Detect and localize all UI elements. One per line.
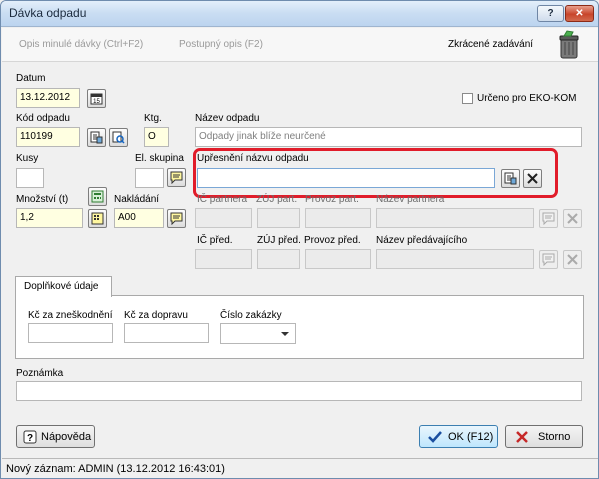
- handling-label: Nakládání: [114, 194, 160, 205]
- prev-zuj-label: ZÚJ před.: [257, 235, 301, 246]
- pieces-field[interactable]: [16, 168, 44, 188]
- highlight-frame: [193, 148, 558, 198]
- prev-ic-label: IČ před.: [197, 235, 233, 246]
- partner-name-field[interactable]: [376, 208, 534, 228]
- help-button[interactable]: ? Nápověda: [16, 425, 95, 448]
- waste-name-label: Název odpadu: [195, 113, 260, 124]
- svg-text:15: 15: [93, 99, 100, 105]
- note-icon[interactable]: [167, 168, 186, 187]
- note-field[interactable]: [16, 381, 582, 401]
- help-title-button[interactable]: ?: [537, 5, 564, 22]
- el-group-field[interactable]: [135, 168, 164, 188]
- short-entry-button[interactable]: Zkrácené zadávání: [448, 39, 533, 50]
- partner-zuj-field[interactable]: [257, 208, 300, 228]
- dialog-window: Dávka odpadu ? ✕ Opis minulé dávky (Ctrl…: [0, 0, 599, 479]
- waste-code-field[interactable]: 110199: [16, 127, 80, 147]
- help-icon: ?: [23, 430, 37, 444]
- prev-ic-field[interactable]: [195, 249, 252, 269]
- prev-plant-field[interactable]: [305, 249, 371, 269]
- el-group-label: El. skupina: [135, 153, 184, 164]
- waste-name-field[interactable]: Odpady jinak blíže neurčené: [195, 127, 582, 147]
- prev-name-label: Název předávajícího: [376, 235, 468, 246]
- date-label: Datum: [16, 73, 46, 84]
- ok-button[interactable]: OK (F12): [419, 425, 498, 448]
- waste-code-label: Kód odpadu: [16, 113, 70, 124]
- partner-plant-field[interactable]: [305, 208, 371, 228]
- ok-button-label: OK (F12): [448, 431, 494, 443]
- cancel-button[interactable]: Storno: [505, 425, 583, 448]
- handling-field[interactable]: A00: [114, 208, 164, 228]
- toolbar: Opis minulé dávky (Ctrl+F2) Postupný opi…: [2, 28, 598, 62]
- eko-kom-label: Určeno pro EKO-KOM: [477, 93, 577, 104]
- prev-name-field[interactable]: [376, 249, 534, 269]
- partner-ic-label: IČ partnera: [197, 194, 248, 205]
- calculator-icon[interactable]: [88, 187, 107, 206]
- partner-ic-field[interactable]: [195, 208, 252, 228]
- category-field[interactable]: O: [144, 127, 169, 147]
- checkmark-icon: [428, 431, 442, 443]
- prev-zuj-field[interactable]: [257, 249, 300, 269]
- eko-kom-checkbox[interactable]: [462, 93, 473, 104]
- category-label: Ktg.: [144, 113, 162, 124]
- date-field[interactable]: 13.12.2012: [16, 88, 80, 108]
- help-button-label: Nápověda: [41, 431, 92, 443]
- status-text: Nový záznam: ADMIN (13.12.2012 16:43:01): [6, 463, 225, 475]
- search-list-icon[interactable]: [109, 128, 128, 147]
- title-bar: Dávka odpadu ? ✕: [1, 1, 598, 27]
- cancel-button-label: Storno: [538, 431, 571, 443]
- disposal-cost-field[interactable]: [28, 323, 113, 343]
- status-bar: Nový záznam: ADMIN (13.12.2012 16:43:01): [2, 458, 598, 478]
- copy-last-batch-button[interactable]: Opis minulé dávky (Ctrl+F2): [19, 39, 143, 50]
- disposal-cost-label: Kč za zneškodnění: [28, 310, 113, 321]
- cancel-x-icon: [516, 431, 528, 443]
- calendar-icon[interactable]: 15: [87, 89, 106, 108]
- note-icon[interactable]: [539, 250, 558, 269]
- clear-icon[interactable]: [563, 209, 582, 228]
- chevron-down-icon: [281, 332, 289, 336]
- gradual-copy-button[interactable]: Postupný opis (F2): [179, 39, 263, 50]
- transport-cost-field[interactable]: [124, 323, 209, 343]
- note-icon[interactable]: [539, 209, 558, 228]
- window-title: Dávka odpadu: [9, 6, 87, 20]
- transport-cost-label: Kč za dopravu: [124, 310, 188, 321]
- svg-text:?: ?: [27, 433, 33, 444]
- quantity-field[interactable]: 1,2: [16, 208, 83, 228]
- pieces-label: Kusy: [16, 153, 39, 164]
- lookup-list-icon[interactable]: [87, 128, 106, 147]
- partner-plant-label: Provoz part.: [305, 194, 359, 205]
- trash-bin-icon[interactable]: [558, 30, 580, 60]
- prev-plant-label: Provoz před.: [304, 235, 361, 246]
- order-number-select[interactable]: [220, 323, 296, 344]
- tab-extra-data[interactable]: Doplňkové údaje: [15, 276, 112, 297]
- clear-icon[interactable]: [563, 250, 582, 269]
- quantity-label: Množství (t): [16, 194, 69, 205]
- order-number-label: Číslo zakázky: [220, 310, 282, 321]
- partner-name-label: Název partnera: [376, 194, 445, 205]
- note-label: Poznámka: [16, 368, 64, 379]
- partner-zuj-label: ZÚJ part.: [256, 194, 298, 205]
- calculator-note-icon[interactable]: [88, 209, 107, 228]
- note-icon[interactable]: [167, 209, 186, 228]
- close-button[interactable]: ✕: [565, 5, 594, 22]
